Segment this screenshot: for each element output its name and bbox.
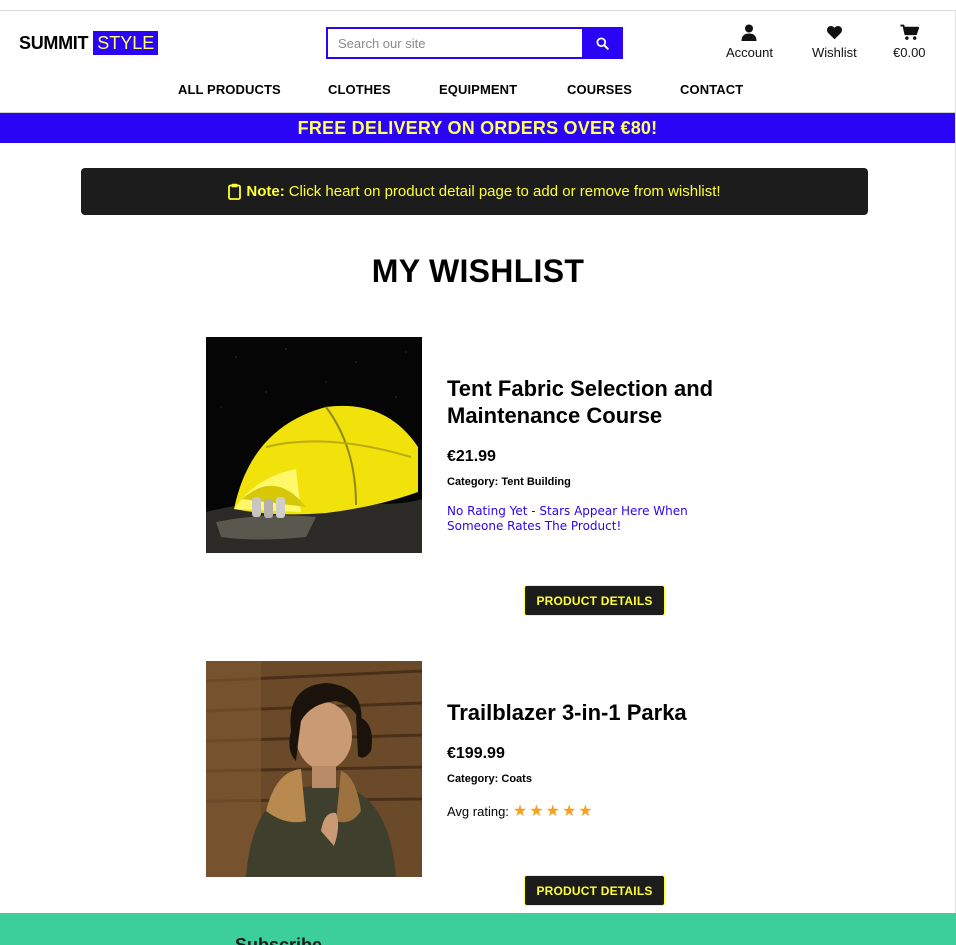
- subscribe-heading: Subscribe: [235, 935, 323, 945]
- page-title: MY WISHLIST: [371, 253, 585, 289]
- product-price: €199.99: [447, 745, 505, 762]
- nav-contact[interactable]: CONTACT: [680, 82, 743, 97]
- site-logo[interactable]: SUMMIT STYLE: [19, 31, 159, 55]
- wishlist-link[interactable]: Wishlist: [812, 24, 857, 60]
- search-input[interactable]: [326, 27, 582, 59]
- rating-stars: ★ ★ ★ ★ ★: [513, 801, 595, 821]
- product-title[interactable]: Tent Fabric Selection and Maintenance Co…: [447, 375, 747, 429]
- nav-equipment[interactable]: EQUIPMENT: [439, 82, 517, 97]
- delivery-banner: FREE DELIVERY ON ORDERS OVER €80!: [0, 113, 955, 143]
- star-icon: ★: [578, 803, 593, 820]
- star-icon: ★: [512, 803, 528, 820]
- product-rating: Avg rating: ★ ★ ★ ★ ★: [447, 801, 595, 821]
- star-icon: ★: [545, 803, 560, 820]
- note-label: Note:: [246, 183, 285, 200]
- clipboard-icon: [228, 183, 242, 200]
- product-title[interactable]: Trailblazer 3-in-1 Parka: [447, 699, 747, 726]
- user-icon: [741, 24, 757, 41]
- product-details-button[interactable]: PRODUCT DETAILS: [524, 875, 665, 906]
- cart-icon: [900, 24, 919, 40]
- top-divider: [0, 10, 956, 11]
- wishlist-note: Note: Click heart on product detail page…: [81, 168, 868, 215]
- wishlist-label: Wishlist: [812, 45, 857, 60]
- no-rating-text: No Rating Yet - Stars Appear Here When S…: [447, 504, 688, 533]
- nav-all-products[interactable]: ALL PRODUCTS: [178, 82, 281, 97]
- rating-label: Avg rating:: [447, 803, 509, 819]
- product-image-tent[interactable]: [206, 337, 422, 553]
- nav-clothes[interactable]: CLOTHES: [328, 82, 391, 97]
- main-nav: ALL PRODUCTS CLOTHES EQUIPMENT COURSES C…: [0, 82, 956, 100]
- nav-courses[interactable]: COURSES: [567, 82, 632, 97]
- note-text: Click heart on product detail page to ad…: [288, 183, 721, 200]
- cart-link[interactable]: €0.00: [893, 24, 926, 60]
- logo-style: STYLE: [93, 31, 159, 55]
- product-image-parka[interactable]: [206, 661, 422, 877]
- search-form: [326, 27, 623, 59]
- product-details-button[interactable]: PRODUCT DETAILS: [524, 585, 665, 616]
- product-category[interactable]: Category: Coats: [447, 773, 532, 785]
- logo-summit: SUMMIT: [19, 32, 89, 53]
- star-icon: ★: [561, 803, 577, 820]
- product-category[interactable]: Category: Tent Building: [447, 476, 571, 488]
- heart-icon: [826, 25, 842, 40]
- search-icon: [596, 36, 609, 50]
- star-icon: ★: [529, 803, 544, 820]
- account-label: Account: [726, 45, 773, 60]
- footer: Subscribe: [0, 913, 956, 945]
- account-link[interactable]: Account: [726, 24, 773, 60]
- product-price: €21.99: [447, 448, 496, 465]
- search-button[interactable]: [582, 27, 623, 59]
- cart-total: €0.00: [893, 45, 926, 60]
